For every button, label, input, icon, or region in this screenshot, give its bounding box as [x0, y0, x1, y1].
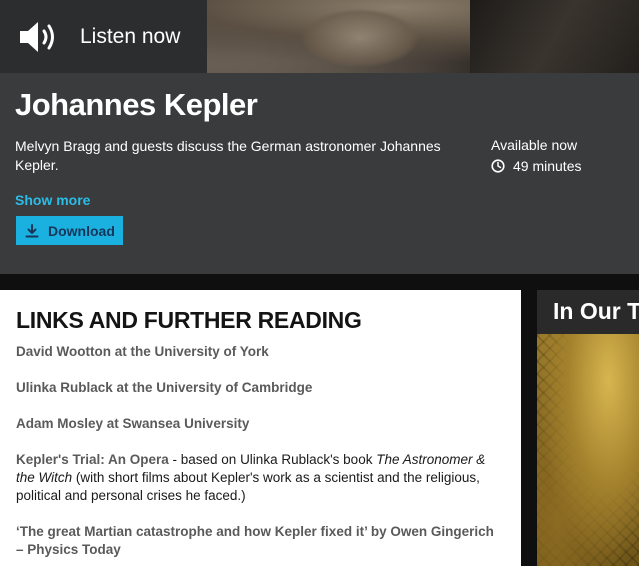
side-promo-title: In Our T — [553, 298, 639, 324]
link-item[interactable]: Ulinka Rublack at the University of Camb… — [16, 379, 501, 397]
hero-portrait-detail — [300, 8, 420, 68]
listen-now-label: Listen now — [80, 24, 181, 48]
episode-title: Johannes Kepler — [15, 87, 258, 122]
download-button[interactable]: Download — [16, 216, 123, 245]
opera-desc-1: - based on Ulinka Rublack's book — [168, 452, 377, 467]
episode-description: Melvyn Bragg and guests discuss the Germ… — [15, 138, 441, 173]
clock-icon — [491, 159, 505, 173]
download-icon — [25, 223, 39, 237]
show-more-link[interactable]: Show more — [15, 192, 90, 208]
opera-desc-2: (with short films about Kepler's work as… — [16, 470, 480, 503]
episode-info-panel: Johannes Kepler Melvyn Bragg and guests … — [0, 73, 639, 274]
duration-text: 49 minutes — [513, 158, 582, 174]
speaker-icon — [20, 21, 54, 52]
hero-image: Listen now — [0, 0, 639, 73]
listen-now-button[interactable]: Listen now — [0, 0, 207, 73]
links-further-reading-panel: LINKS AND FURTHER READING David Wootton … — [0, 290, 521, 566]
hero-dark-detail — [470, 0, 639, 73]
availability-text: Available now — [491, 137, 578, 153]
link-item[interactable]: ‘The great Martian catastrophe and how K… — [16, 523, 501, 559]
mosaic-image — [537, 334, 639, 566]
download-label: Download — [48, 222, 115, 239]
links-heading: LINKS AND FURTHER READING — [16, 307, 362, 333]
duration: 49 minutes — [491, 158, 581, 174]
link-item[interactable]: Adam Mosley at Swansea University — [16, 415, 501, 433]
link-item[interactable]: David Wootton at the University of York — [16, 343, 501, 361]
side-promo[interactable]: In Our T — [537, 290, 639, 566]
opera-link[interactable]: Kepler's Trial: An Opera — [16, 452, 169, 467]
link-item-opera: Kepler's Trial: An Opera - based on Ulin… — [16, 451, 501, 505]
